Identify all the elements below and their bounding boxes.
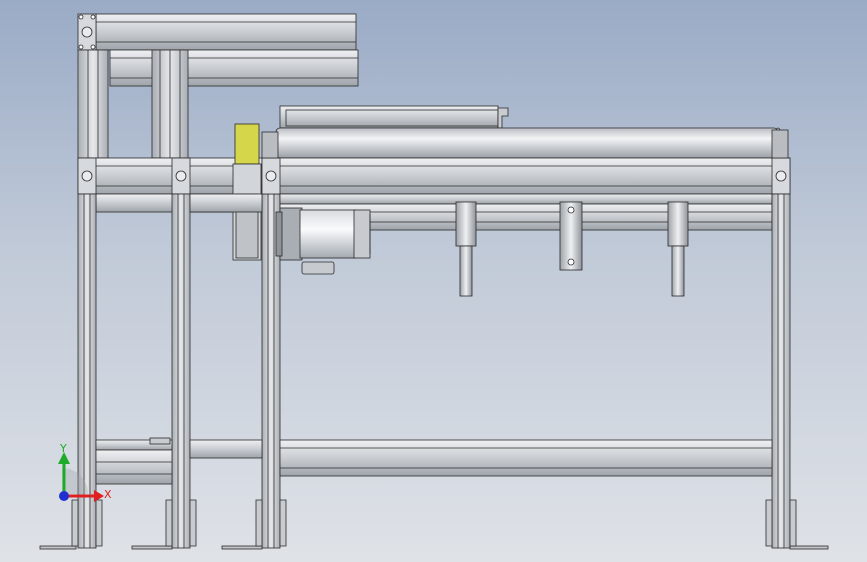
lower-beam-mid xyxy=(189,439,263,459)
conveyor-under-beam xyxy=(279,193,773,205)
guide-rail xyxy=(279,105,499,129)
upper-beam-2 xyxy=(109,49,359,87)
sensor-block xyxy=(234,123,260,165)
cylinder-left-rod xyxy=(459,245,473,297)
cylinder-right-body xyxy=(667,201,689,247)
main-roller xyxy=(275,127,779,159)
upper-post-left xyxy=(77,49,109,159)
gearbox xyxy=(279,207,303,261)
x-axis-label: X xyxy=(104,488,112,501)
motor xyxy=(299,209,357,259)
lower-beams xyxy=(95,437,773,485)
conveyor-side-beam xyxy=(261,157,791,195)
x-axis-arrow xyxy=(94,490,104,502)
conveyor-frame-drawing xyxy=(39,13,829,550)
conveyor xyxy=(261,105,829,550)
cylinder-right-rod xyxy=(671,245,685,297)
cylinder-left-body xyxy=(455,201,477,247)
lower-beam-right xyxy=(279,439,773,477)
y-axis-label: Y xyxy=(59,442,67,455)
leg-right xyxy=(771,193,791,549)
z-axis-dot xyxy=(59,491,69,501)
leg-2 xyxy=(171,193,191,549)
top-beam xyxy=(95,13,357,51)
cad-viewport[interactable]: Y X xyxy=(0,0,867,562)
coordinate-triad: Y X xyxy=(58,442,112,502)
